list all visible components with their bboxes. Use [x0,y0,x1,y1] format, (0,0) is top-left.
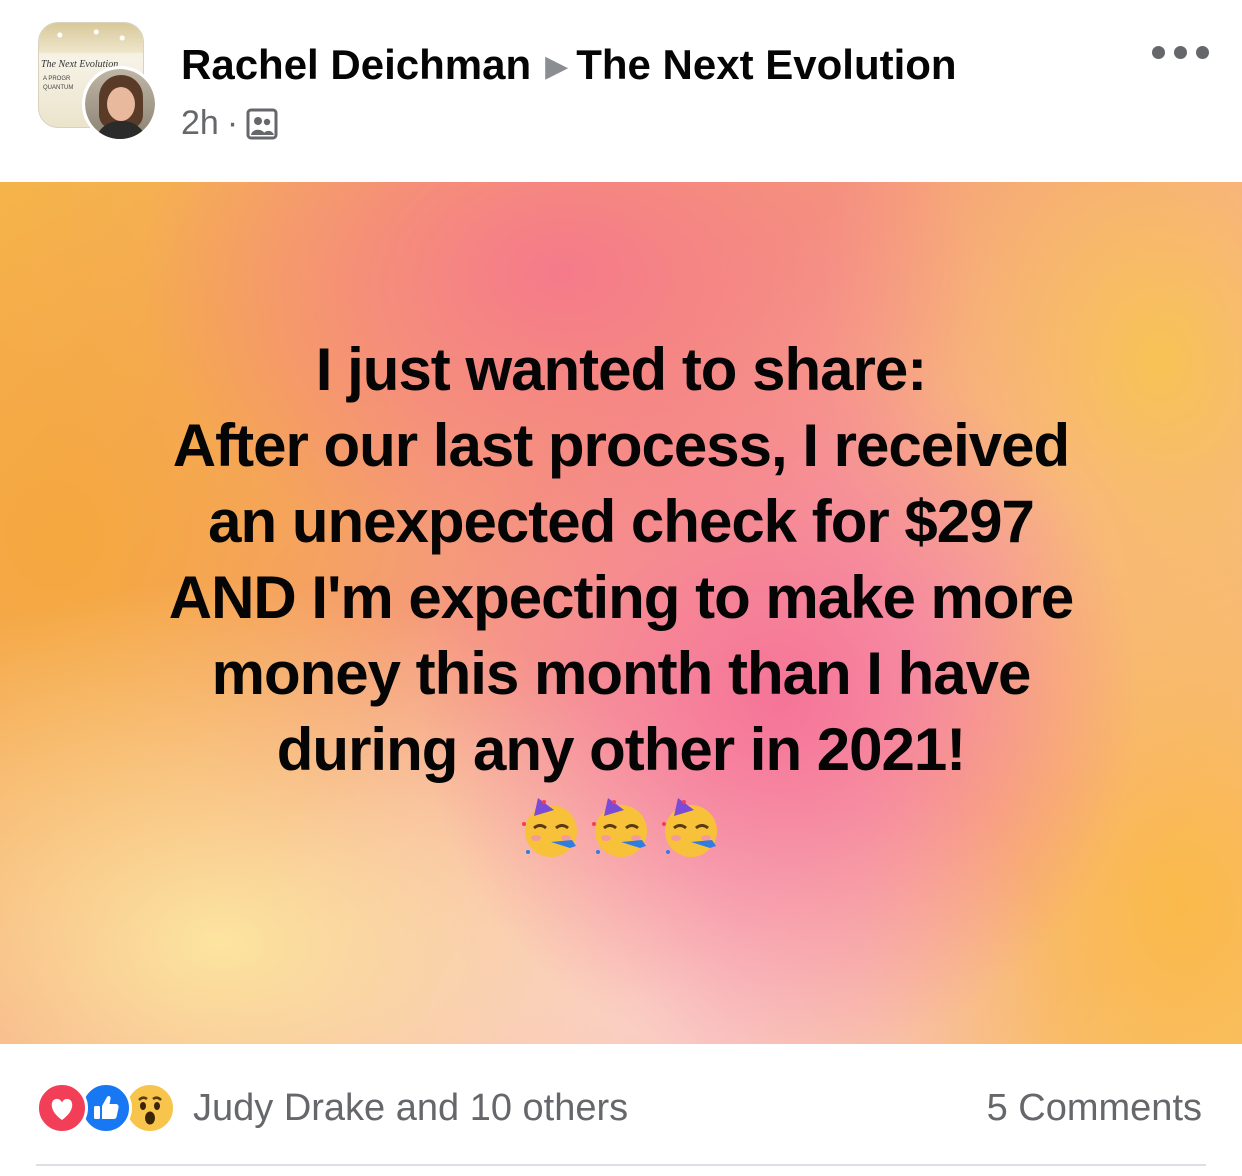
love-reaction-icon [36,1082,88,1134]
avatar-face [107,87,135,121]
more-dot [1196,46,1209,59]
post-text-line: AND I'm expecting to make more [168,564,1075,631]
author-name-link[interactable]: Rachel Deichman [181,41,531,88]
footer-divider [36,1164,1206,1166]
reactions-summary[interactable]: Judy Drake and 10 others [193,1084,628,1132]
partying-face-emoji [662,798,717,857]
reaction-icons[interactable] [36,1082,186,1134]
post-background-card[interactable]: I just wanted to share: After our last p… [0,182,1242,1044]
group-name-link[interactable]: The Next Evolution [576,41,956,88]
more-options-button[interactable] [1152,36,1212,70]
partying-face-emoji [592,798,647,857]
post-text-line: I just wanted to share: [315,336,927,403]
partying-face-emoji [522,798,577,857]
post-title-line: Rachel Deichman ▶ The Next Evolution [181,40,957,92]
more-dot [1174,46,1187,59]
user-avatar[interactable] [82,66,158,142]
more-dot [1152,46,1165,59]
arrow-right-icon: ▶ [545,50,569,83]
post-meta: 2h · [181,102,278,144]
group-avatar-sparkle [39,23,143,53]
comments-count[interactable]: 5 Comments [987,1084,1202,1132]
group-avatar-logo-subtext: A PROGR QUANTUM [43,76,74,91]
emoji-row [518,794,728,864]
post-footer: Judy Drake and 10 others 5 Comments [0,1044,1242,1176]
meta-separator: · [226,104,239,142]
post-text-line: an unexpected check for $297 [208,488,1035,555]
post-timestamp[interactable]: 2h [181,104,219,142]
post-header: The Next Evolution A PROGR QUANTUM Rache… [0,0,1242,182]
post-text: I just wanted to share: After our last p… [60,332,1182,788]
group-members-icon [246,108,278,140]
facebook-post: The Next Evolution A PROGR QUANTUM Rache… [0,0,1242,1176]
post-text-line: during any other in 2021! [276,716,966,783]
post-text-line: money this month than I have [211,640,1032,707]
post-text-line: After our last process, I received [172,412,1070,479]
